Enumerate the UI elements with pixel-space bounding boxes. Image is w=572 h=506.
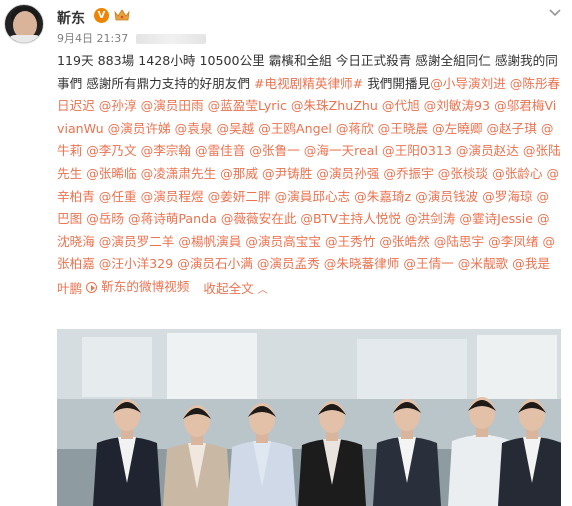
mention-link[interactable]: @演员赵达 — [456, 143, 519, 158]
crown-icon — [114, 9, 130, 21]
mention-link[interactable]: @雷佳音 — [195, 143, 245, 158]
mention-link[interactable]: @李乃文 — [86, 143, 136, 158]
mention-link[interactable]: @岳旸 — [86, 211, 124, 226]
mention-link[interactable]: @海一天real — [304, 143, 378, 158]
mention-link[interactable]: @那威 — [220, 166, 258, 181]
mention-link[interactable]: @汪小洋329 — [99, 256, 173, 271]
mention-link[interactable]: @演员许娣 — [108, 121, 171, 136]
mention-link[interactable]: @演员孟秀 — [257, 256, 320, 271]
mention-link[interactable]: @演员钱波 — [415, 189, 478, 204]
mention-link[interactable]: @尹铸胜 — [262, 166, 312, 181]
mention-link[interactable]: @朱嘉琦z — [354, 189, 411, 204]
mention-link[interactable]: @李宗翰 — [141, 143, 191, 158]
mention-link[interactable]: @王阳0313 — [382, 143, 452, 158]
mention-link[interactable]: @王晓晨 — [378, 121, 428, 136]
mention-link[interactable]: @朱晓蕃律师 — [324, 256, 400, 271]
mention-link[interactable]: @演员罗二羊 — [99, 234, 175, 249]
post-after-hashtag: 我們開播見 — [363, 75, 431, 91]
mention-link[interactable]: @孙淳 — [99, 98, 137, 113]
timestamp[interactable]: 9月4日 21:37 — [57, 32, 128, 45]
mention-link[interactable]: @赵子琪 — [486, 121, 536, 136]
mention-link[interactable]: @罗海琼 — [482, 189, 532, 204]
mention-link[interactable]: @演员程煜 — [141, 189, 204, 204]
mention-link[interactable]: @姜妍二胖 — [208, 189, 271, 204]
mention-link[interactable]: @演员高宝宝 — [245, 234, 321, 249]
chevron-up-icon: ︿ — [257, 284, 268, 296]
mention-list: @小导演刘进 @陈彤春日迟迟 @孙淳 @演员田雨 @蓝盈莹Lyric @朱珠Zh… — [57, 76, 561, 296]
group-photo — [57, 329, 561, 506]
hashtag-link[interactable]: #电视剧精英律师# — [254, 76, 363, 91]
mention-link[interactable]: @张鲁一 — [249, 143, 299, 158]
blurred-source — [136, 34, 207, 44]
mention-link[interactable]: @张皓然 — [379, 234, 429, 249]
mention-link[interactable]: @蒋欣 — [336, 121, 374, 136]
mention-link[interactable]: @洪剑涛 — [405, 211, 455, 226]
video-link-label: 靳东的微博视频 — [101, 278, 190, 294]
mention-link[interactable]: @任重 — [99, 189, 137, 204]
mention-link[interactable]: @王倩一 — [403, 256, 453, 271]
post-photo[interactable] — [57, 329, 561, 506]
mention-link[interactable]: @BTV主持人悦悦 — [300, 211, 401, 226]
chevron-down-icon[interactable] — [548, 8, 562, 18]
mention-link[interactable]: @李凤绪 — [488, 234, 538, 249]
mention-link[interactable]: @代旭 — [382, 98, 420, 113]
play-icon — [86, 281, 98, 293]
avatar[interactable] — [4, 4, 44, 44]
mention-link[interactable]: @蒋诗萌Panda — [128, 211, 217, 226]
mention-link[interactable]: @朱珠ZhuZhu — [291, 98, 378, 113]
collapse-button[interactable]: 收起全文 ︿ — [203, 281, 267, 296]
mention-link[interactable]: @凌潇肃先生 — [141, 166, 217, 181]
mention-link[interactable]: @米靓歌 — [458, 256, 508, 271]
mention-link[interactable]: @刘敏涛93 — [424, 98, 490, 113]
mention-link[interactable]: @乔振宇 — [383, 166, 433, 181]
mention-link[interactable]: @吴越 — [216, 121, 254, 136]
mention-link[interactable]: @张龄心 — [492, 166, 542, 181]
mention-link[interactable]: @张棪琰 — [438, 166, 488, 181]
mention-link[interactable]: @演员石小满 — [177, 256, 253, 271]
mention-link[interactable]: @小导演刘进 — [430, 76, 506, 91]
mention-link[interactable]: @演员田雨 — [141, 98, 204, 113]
mention-link[interactable]: @蓝盈莹Lyric — [208, 98, 287, 113]
mention-link[interactable]: @袁泉 — [175, 121, 213, 136]
mention-link[interactable]: @左曉卿 — [432, 121, 482, 136]
video-link[interactable]: 靳东的微博视频 — [86, 276, 189, 299]
mention-link[interactable]: @演員邱心志 — [275, 189, 351, 204]
post-meta: 9月4日 21:37 — [57, 30, 207, 46]
mention-link[interactable]: @楊帆演員 — [178, 234, 241, 249]
mention-link[interactable]: @薇薇安在此 — [221, 211, 297, 226]
mention-link[interactable]: @演员孙强 — [316, 166, 379, 181]
collapse-label: 收起全文 — [203, 280, 254, 296]
verified-badge-icon: V — [94, 8, 109, 23]
mention-link[interactable]: @王鸥Angel — [258, 121, 332, 136]
username[interactable]: 靳东 — [57, 8, 85, 28]
mention-link[interactable]: @张晞临 — [86, 166, 136, 181]
post-body: 119天 883場 1428小時 10500公里 霸檳和全組 今日正式殺青 感謝… — [57, 50, 561, 302]
mention-link[interactable]: @霎诗Jessie — [459, 211, 533, 226]
mention-link[interactable]: @王秀竹 — [325, 234, 375, 249]
mention-link[interactable]: @陆思宇 — [434, 234, 484, 249]
